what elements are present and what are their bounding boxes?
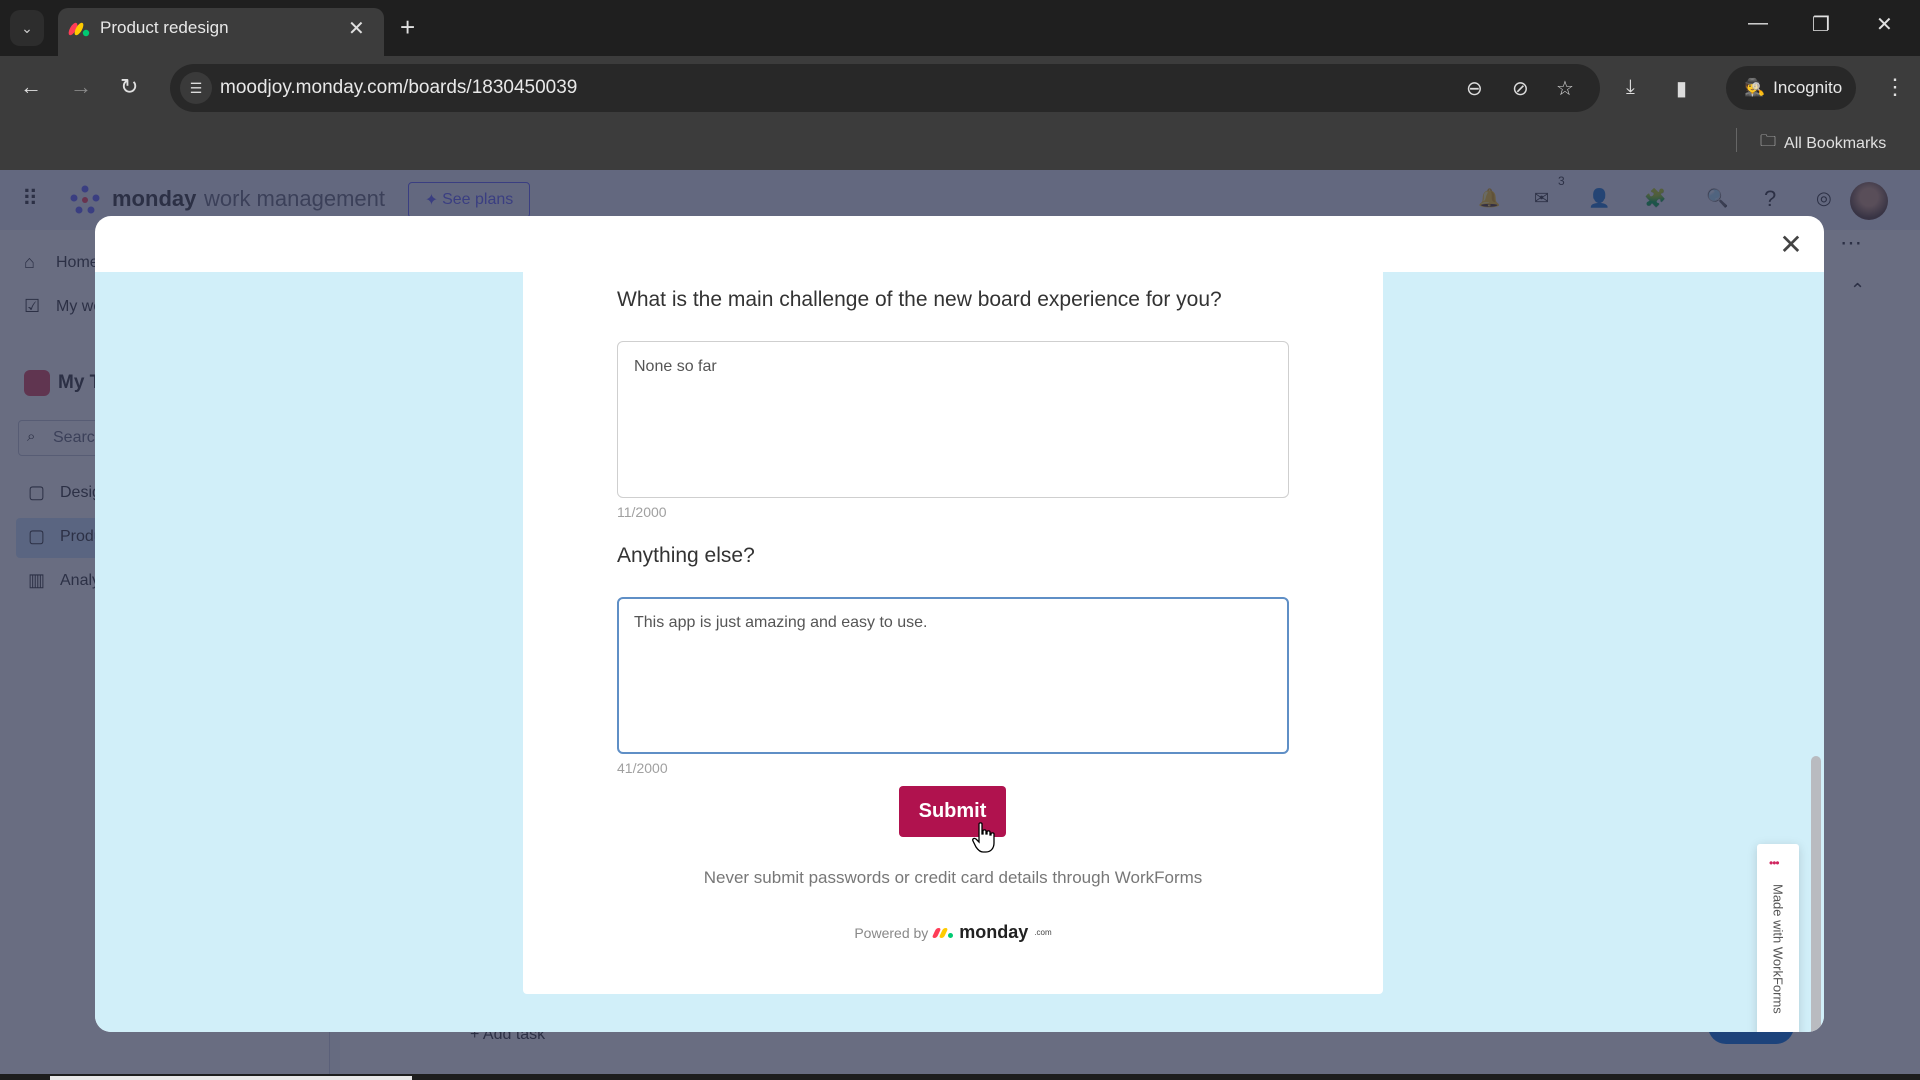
challenge-textarea[interactable]: None so far — [617, 341, 1289, 498]
tab-search-button[interactable]: ⌄ — [10, 10, 44, 46]
form-card: What is the main challenge of the new bo… — [523, 272, 1383, 994]
eye-slash-icon[interactable]: ⊘ — [1512, 76, 1529, 101]
incognito-icon: 🕵 — [1744, 78, 1766, 97]
security-disclaimer: Never submit passwords or credit card de… — [703, 868, 1203, 887]
character-counter: 41/2000 — [617, 760, 668, 776]
chevron-down-icon: ⌄ — [21, 19, 33, 36]
powered-by-footer[interactable]: Powered by monday .com — [523, 922, 1383, 943]
new-tab-button[interactable]: + — [400, 12, 415, 43]
feedback-form-modal: ✕ What is the main challenge of the new … — [95, 216, 1824, 1032]
reload-icon[interactable]: ↻ — [120, 74, 138, 100]
close-icon[interactable]: ✕ — [1776, 230, 1806, 260]
question-label: Anything else? — [617, 544, 755, 567]
site-info-icon[interactable]: ☰ — [180, 72, 212, 104]
bookmarks-bar — [0, 120, 1920, 170]
bookmarks-divider — [1736, 128, 1737, 152]
incognito-label: Incognito — [1773, 78, 1843, 97]
monday-com-suffix: .com — [1034, 928, 1052, 937]
anything-else-textarea[interactable]: This app is just amazing and easy to use… — [617, 597, 1289, 754]
tab-title: Product redesign — [100, 18, 229, 37]
monday-logo-icon — [931, 927, 954, 938]
character-counter: 11/2000 — [617, 504, 667, 520]
monday-wordmark: monday — [959, 922, 1029, 942]
minimize-window-icon[interactable]: — — [1748, 12, 1768, 35]
all-bookmarks-label: All Bookmarks — [1784, 134, 1887, 152]
question-label: What is the main challenge of the new bo… — [617, 288, 1222, 311]
made-with-workforms-badge[interactable]: ••• Made with WorkForms — [1757, 844, 1799, 1032]
form-background: What is the main challenge of the new bo… — [95, 272, 1824, 1032]
modal-scrollbar[interactable] — [1811, 756, 1821, 1032]
forward-icon[interactable]: → — [70, 74, 92, 100]
all-bookmarks-button[interactable]: 🗀 All Bookmarks — [1760, 130, 1886, 157]
taskbar-indicator — [50, 1076, 412, 1080]
star-icon[interactable]: ☆ — [1556, 76, 1574, 101]
hand-pointer-cursor-icon — [972, 822, 995, 853]
workforms-logo-icon: ••• — [1769, 856, 1780, 870]
zoom-out-icon[interactable]: ⊖ — [1466, 76, 1483, 101]
tab-close-icon[interactable]: ✕ — [348, 16, 365, 41]
back-icon[interactable]: ← — [20, 74, 42, 100]
download-icon[interactable]: ⤓ — [1626, 76, 1635, 99]
close-window-icon[interactable]: ✕ — [1876, 12, 1893, 37]
powered-by-label: Powered by — [854, 924, 929, 941]
incognito-profile-button[interactable]: 🕵 Incognito — [1726, 66, 1856, 110]
kebab-menu-icon[interactable]: ⋮ — [1884, 74, 1906, 100]
folder-icon: 🗀 — [1760, 133, 1777, 150]
workforms-badge-label: Made with WorkForms — [1770, 884, 1786, 1014]
monday-favicon-icon — [68, 22, 90, 37]
restore-window-icon[interactable]: ❐ — [1812, 12, 1830, 37]
url-text[interactable]: moodjoy.monday.com/boards/1830450039 — [220, 77, 577, 99]
side-panel-icon[interactable]: ▮ — [1676, 76, 1687, 101]
